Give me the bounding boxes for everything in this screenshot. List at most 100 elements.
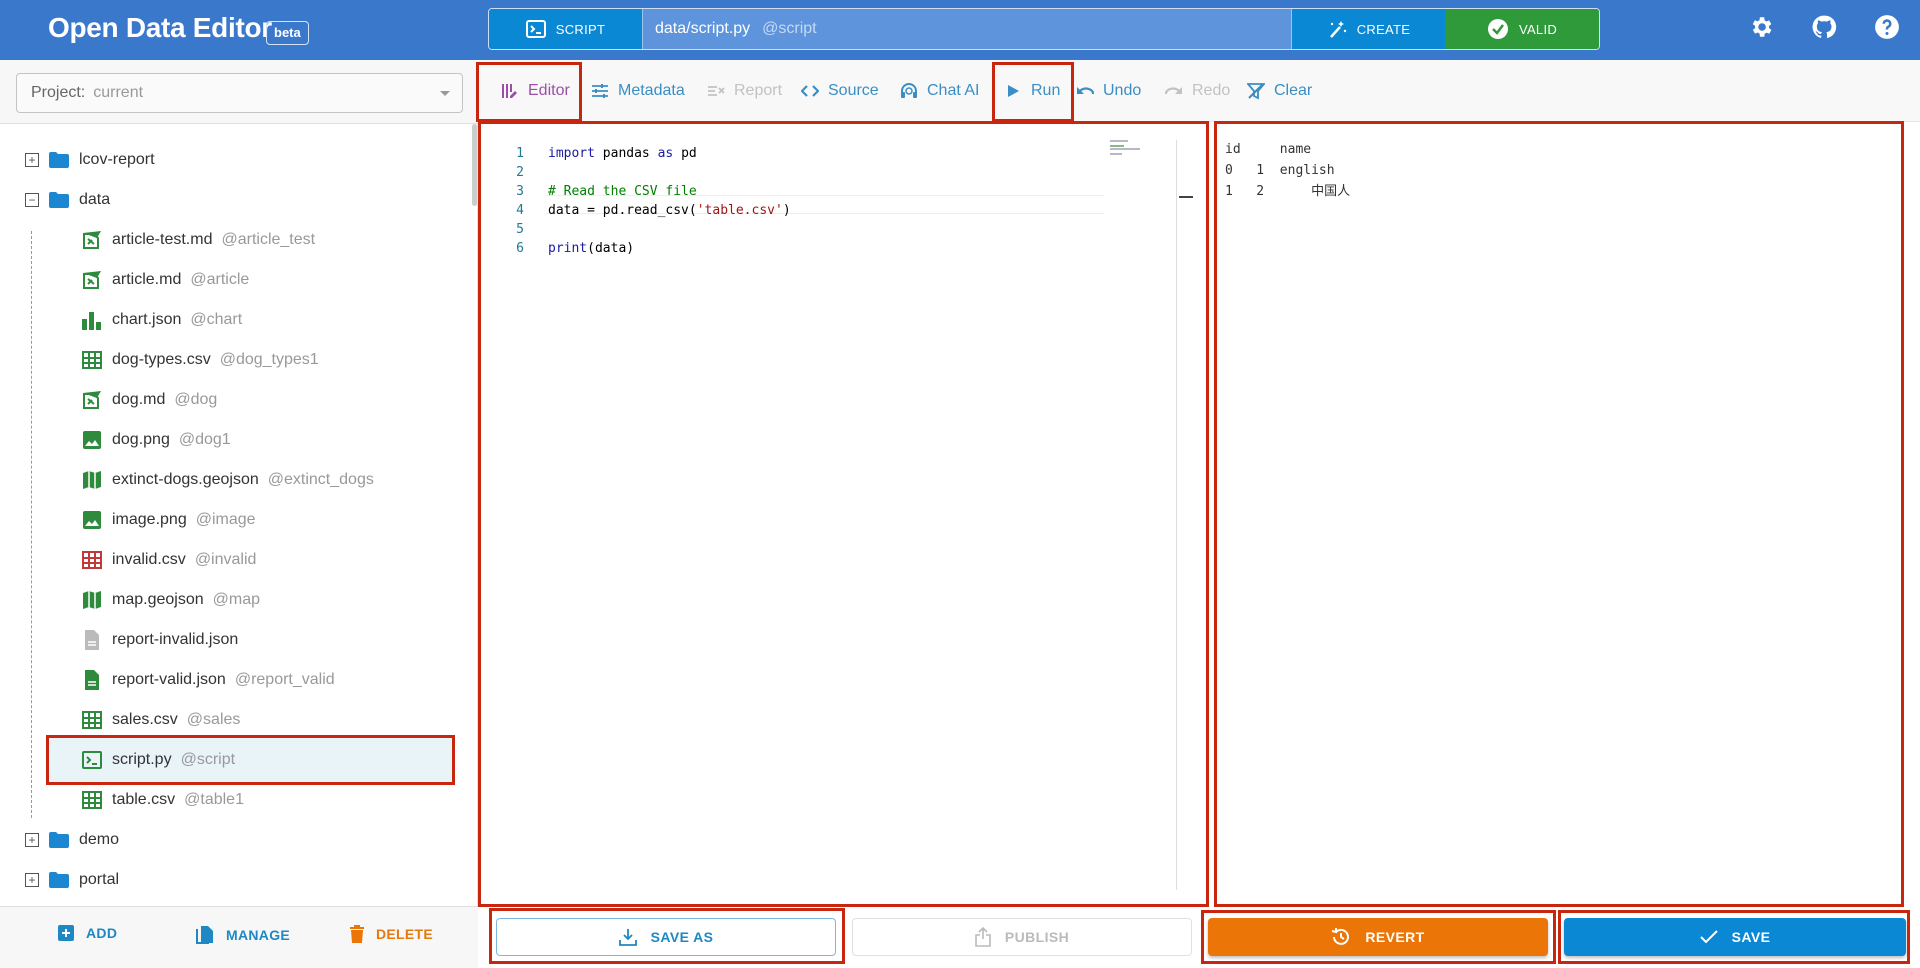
toolbar-label: Editor (528, 82, 570, 99)
tree-file[interactable]: extinct-dogs.geojson @extinct_dogs (82, 460, 374, 500)
collapse-toggle-icon[interactable]: − (25, 193, 39, 207)
tree-file[interactable]: report-valid.json @report_valid (82, 660, 335, 700)
save-button[interactable]: SAVE (1564, 918, 1906, 956)
code-text: print(data) (548, 239, 634, 258)
tree-item-name: lcov-report (79, 151, 155, 168)
valid-status-button[interactable]: VALID (1445, 9, 1599, 49)
tree-item-alias: @dog_types1 (219, 351, 319, 368)
tree-file[interactable]: article-test.md @article_test (82, 220, 315, 260)
file-info-bar: SCRIPT data/script.py @script CREATE VAL… (488, 8, 1600, 50)
help-icon[interactable] (1874, 14, 1900, 40)
code-token: print (548, 241, 588, 256)
tree-file[interactable]: report-invalid.json (82, 620, 238, 660)
toolbar-editor[interactable]: Editor (501, 60, 570, 122)
toolbar-label: Run (1031, 82, 1061, 99)
folder-icon (49, 192, 79, 208)
manage-button[interactable]: MANAGE (196, 925, 290, 945)
tree-file[interactable]: invalid.csv @invalid (82, 540, 256, 580)
undo-icon (1076, 82, 1094, 100)
code-editor[interactable]: 1 import pandas as pd 2 3 # Read the CSV fil… (480, 122, 1208, 906)
toolbar-label: Report (734, 82, 783, 99)
copy-file-icon (196, 926, 213, 944)
tree-item-alias: @map (212, 591, 260, 608)
revert-button[interactable]: REVERT (1208, 918, 1548, 956)
beta-badge: beta (266, 21, 309, 45)
tree-item-name: demo (79, 831, 120, 848)
tree-file[interactable]: dog-types.csv @dog_types1 (82, 340, 319, 380)
toolbar-redo[interactable]: Redo (1165, 60, 1230, 122)
tree-item-name: report-valid.json (112, 671, 226, 688)
sidebar-scrollbar[interactable] (472, 124, 477, 206)
editor-scrollbar[interactable] (1176, 140, 1177, 890)
sidebar-footer: ADD MANAGE DELETE (0, 906, 478, 968)
clear-filter-icon (1247, 82, 1265, 100)
toolbar-run[interactable]: Run (1004, 60, 1060, 122)
tree-folder[interactable]: + demo (25, 820, 119, 860)
app-header: Open Data Editor beta SCRIPT data/script… (0, 0, 1920, 60)
editor-toolbar: Editor Metadata Report Source Chat AI Run Undo… (479, 60, 1920, 122)
tree-item-name: article-test.md (112, 231, 213, 248)
line-number: 2 (516, 165, 524, 180)
output-line: 1 2 中国人 (1225, 184, 1351, 199)
add-box-icon (58, 925, 74, 941)
table-invalid-icon (82, 550, 112, 570)
tree-item-alias: @invalid (194, 551, 257, 568)
add-button[interactable]: ADD (58, 925, 117, 941)
tree-file[interactable]: dog.md @dog (82, 380, 217, 420)
toolbar-chat-ai[interactable]: Chat AI (900, 60, 979, 122)
redo-icon (1165, 82, 1183, 100)
trash-icon (350, 925, 364, 943)
tree-item-name: dog.png (112, 431, 170, 448)
toolbar-metadata[interactable]: Metadata (591, 60, 685, 122)
tree-folder[interactable]: − data (25, 180, 110, 220)
toolbar-report[interactable]: Report (707, 60, 782, 122)
project-select[interactable]: Project: current (16, 73, 463, 113)
tree-folder[interactable]: + portal (25, 860, 119, 900)
gear-icon[interactable] (1748, 14, 1774, 40)
code-token: (data) (587, 241, 635, 256)
delete-label: DELETE (376, 926, 434, 942)
code-token: as (657, 146, 674, 161)
save-as-button[interactable]: SAVE AS (496, 918, 836, 956)
tree-item-alias: @extinct_dogs (267, 471, 374, 488)
create-button[interactable]: CREATE (1291, 9, 1445, 49)
file-path: data/script.py (655, 20, 751, 37)
project-label: Project: (31, 84, 86, 101)
github-icon[interactable] (1811, 14, 1837, 40)
toolbar-clear[interactable]: Clear (1247, 60, 1312, 122)
tree-file[interactable]: table.csv @table1 (82, 780, 244, 820)
tree-file[interactable]: map.geojson @map (82, 580, 260, 620)
run-output-panel: id name 0 1 english 1 2 中国人 (1216, 122, 1900, 906)
line-number: 3 (516, 184, 524, 199)
expand-toggle-icon[interactable]: + (25, 153, 39, 167)
folder-icon (49, 152, 79, 168)
toolbar-source[interactable]: Source (801, 60, 879, 122)
toolbar-undo[interactable]: Undo (1076, 60, 1141, 122)
tree-file[interactable]: dog.png @dog1 (82, 420, 231, 460)
publish-button[interactable]: PUBLISH (852, 918, 1192, 956)
tree-item-name: image.png (112, 511, 187, 528)
tree-file-selected[interactable]: script.py @script (49, 738, 452, 782)
play-icon (1004, 82, 1022, 100)
tree-item-alias: @script (180, 751, 236, 768)
editor-icon (501, 82, 519, 100)
delete-button[interactable]: DELETE (350, 925, 433, 943)
file-type-button[interactable]: SCRIPT (489, 9, 643, 49)
expand-toggle-icon[interactable]: + (25, 873, 39, 887)
tree-file[interactable]: image.png @image (82, 500, 256, 540)
tree-item-name: portal (79, 871, 120, 888)
tree-file[interactable]: sales.csv @sales (82, 700, 240, 740)
expand-toggle-icon[interactable]: + (25, 833, 39, 847)
terminal-icon (82, 750, 112, 770)
project-value: current (93, 84, 144, 101)
code-text: data = pd.read_csv('table.csv') (548, 201, 791, 220)
code-text: import pandas as pd (548, 144, 697, 163)
sidebar: Project: current + lcov-report − data articl… (0, 60, 478, 968)
manage-label: MANAGE (226, 927, 291, 943)
tree-file[interactable]: article.md @article (82, 260, 249, 300)
code-minimap[interactable] (1110, 140, 1160, 160)
add-label: ADD (86, 925, 118, 941)
tree-file[interactable]: chart.json @chart (82, 300, 242, 340)
image-icon (82, 430, 112, 450)
tree-folder[interactable]: + lcov-report (25, 140, 155, 180)
